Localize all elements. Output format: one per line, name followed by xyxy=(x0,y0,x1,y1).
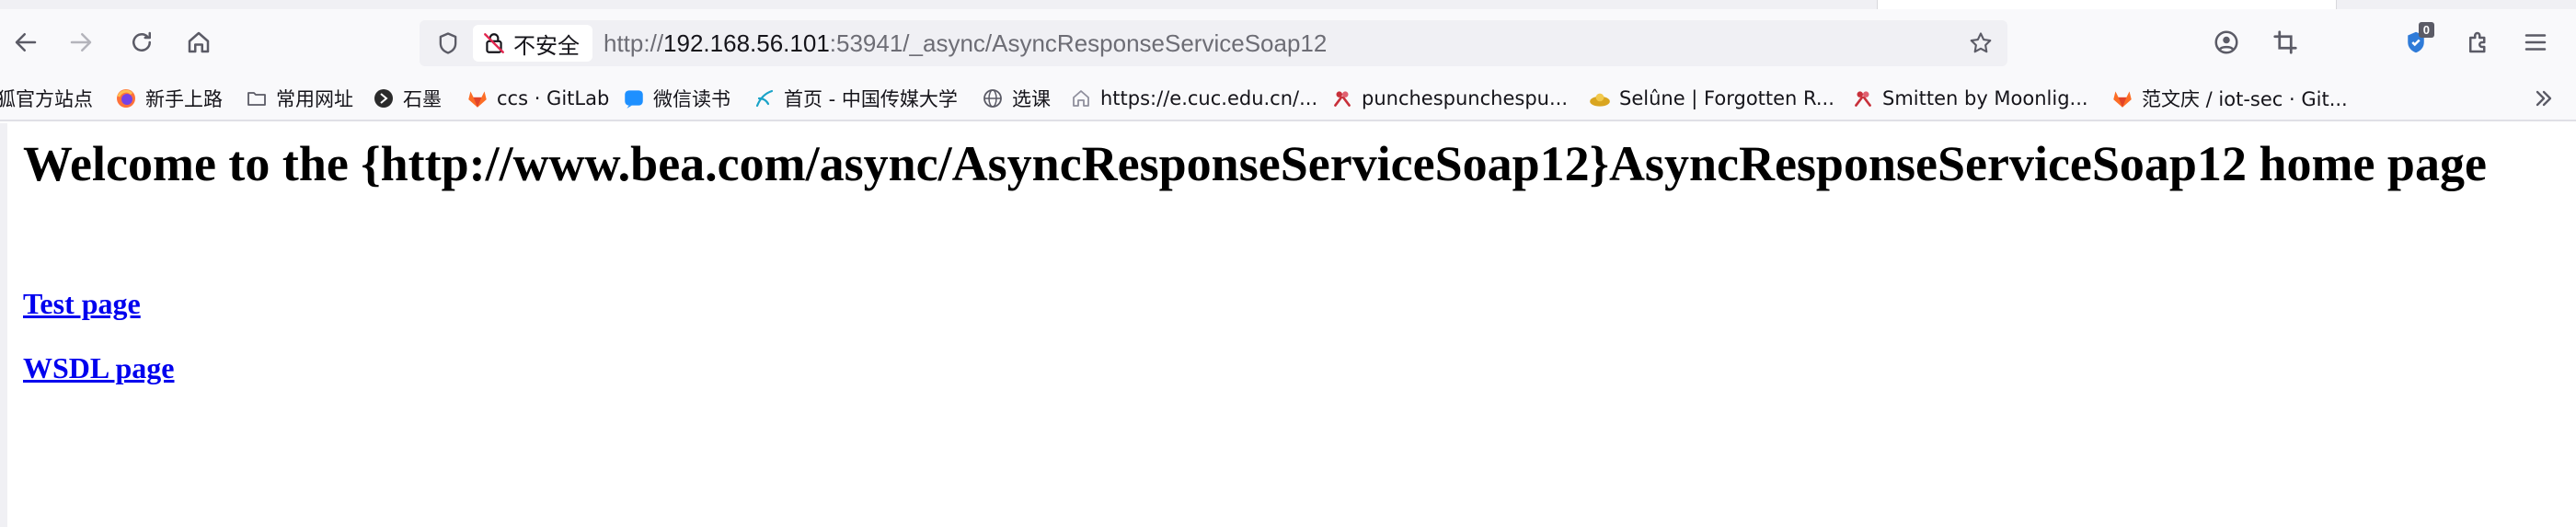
bookmark-item[interactable]: ccs · GitLab xyxy=(466,83,609,114)
bookmarks-overflow-button[interactable] xyxy=(2528,83,2559,114)
bookmarks-toolbar: 狐官方站点 新手上路 常用网址 石墨 ccs · GitLab 微信读书 首页 … xyxy=(0,75,2576,121)
bookmark-item[interactable]: 狐官方站点 xyxy=(0,83,93,114)
bookmark-label: punchespunchespu... xyxy=(1362,87,1568,109)
bookmark-item[interactable]: punchespunchespu... xyxy=(1330,83,1568,114)
reload-button[interactable] xyxy=(121,22,162,63)
bookmark-label: 选课 xyxy=(1012,88,1051,110)
bookmark-label: 常用网址 xyxy=(276,88,353,110)
bookmark-item[interactable]: 范文庆 / iot-sec · Git... xyxy=(2110,83,2348,114)
bookmark-label: 范文庆 / iot-sec · Git... xyxy=(2142,88,2348,110)
page-title: Welcome to the {http://www.bea.com/async… xyxy=(23,136,2487,191)
home-icon xyxy=(1069,86,1093,110)
gitlab-icon xyxy=(2110,86,2134,110)
bookmark-item[interactable]: 新手上路 xyxy=(114,83,223,114)
bookmark-label: Smitten by Moonlig... xyxy=(1882,87,2088,109)
arrow-right-icon xyxy=(70,33,92,52)
tab-edge xyxy=(1877,0,2337,9)
url-path: :53941/_async/AsyncResponseServiceSoap12 xyxy=(829,29,1328,57)
bookmark-item[interactable]: https://e.cuc.edu.cn/... xyxy=(1069,83,1317,114)
folder-icon xyxy=(245,86,269,110)
bookmark-item[interactable]: Smitten by Moonlig... xyxy=(1851,83,2088,114)
double-chevron-right-icon xyxy=(2536,90,2552,107)
url-prefix: http:// xyxy=(604,29,664,57)
home-icon xyxy=(188,31,210,53)
reload-icon xyxy=(132,31,151,52)
extension-badge: 0 xyxy=(2418,22,2434,38)
insecure-lock-icon xyxy=(484,33,504,53)
selune-icon xyxy=(1588,86,1612,110)
site-security-indicator[interactable]: 不安全 xyxy=(473,25,592,62)
bookmark-label: Selûne | Forgotten R... xyxy=(1619,87,1834,109)
bookmark-label: 狐官方站点 xyxy=(0,88,93,110)
back-button[interactable] xyxy=(6,22,46,63)
bookmark-label: 首页 - 中国传媒大学 xyxy=(784,88,958,110)
bookmark-item[interactable]: 选课 xyxy=(981,83,1051,114)
bookmark-label: 微信读书 xyxy=(653,88,730,110)
firefox-icon xyxy=(114,86,138,110)
url-host: 192.168.56.101 xyxy=(663,29,830,57)
tab-strip xyxy=(0,0,2576,9)
punches-icon xyxy=(1330,86,1354,110)
crop-icon xyxy=(2273,30,2297,54)
shimo-icon xyxy=(372,86,396,110)
bookmark-label: ccs · GitLab xyxy=(497,87,610,109)
bookmark-label: 新手上路 xyxy=(145,88,223,110)
page-content: Welcome to the {http://www.bea.com/async… xyxy=(0,123,2576,527)
home-button[interactable] xyxy=(178,22,219,63)
wsdl-page-link[interactable]: WSDL page xyxy=(23,351,174,385)
bookmark-item[interactable]: 微信读书 xyxy=(622,83,730,114)
account-icon xyxy=(2214,30,2238,54)
globe-icon xyxy=(981,86,1005,110)
app-menu-button[interactable] xyxy=(2515,22,2556,63)
gitlab-icon xyxy=(466,86,489,110)
bookmark-item[interactable]: 石墨 xyxy=(372,83,442,114)
screenshot-crop-button[interactable] xyxy=(2265,22,2306,63)
weread-icon xyxy=(622,86,646,110)
bookmark-folder[interactable]: 常用网址 xyxy=(245,83,353,114)
bookmark-item[interactable]: 首页 - 中国传媒大学 xyxy=(753,83,958,114)
security-label: 不安全 xyxy=(513,32,580,59)
bookmark-star-button[interactable] xyxy=(1965,28,1996,59)
shield-icon xyxy=(439,32,457,54)
navigation-toolbar: 不安全 http://192.168.56.101:53941/_async/A… xyxy=(0,9,2576,75)
account-button[interactable] xyxy=(2206,22,2247,63)
forward-button[interactable] xyxy=(61,22,101,63)
cuc-icon xyxy=(753,86,776,110)
url-text[interactable]: http://192.168.56.101:53941/_async/Async… xyxy=(604,20,1327,66)
tracking-protection-button[interactable] xyxy=(432,28,464,59)
test-page-link[interactable]: Test page xyxy=(23,287,141,321)
hamburger-menu-icon xyxy=(2524,34,2547,51)
bookmark-item[interactable]: Selûne | Forgotten R... xyxy=(1588,83,1834,114)
extension-button[interactable]: 0 xyxy=(2396,22,2436,63)
puzzle-icon xyxy=(2469,31,2486,53)
smitten-icon xyxy=(1851,86,1875,110)
arrow-left-icon xyxy=(15,33,37,52)
bookmark-label: 石墨 xyxy=(403,88,442,110)
bookmark-label: https://e.cuc.edu.cn/... xyxy=(1100,87,1318,109)
url-bar[interactable]: 不安全 http://192.168.56.101:53941/_async/A… xyxy=(420,20,2007,66)
extensions-menu-button[interactable] xyxy=(2458,22,2499,63)
star-icon xyxy=(1970,32,1992,53)
